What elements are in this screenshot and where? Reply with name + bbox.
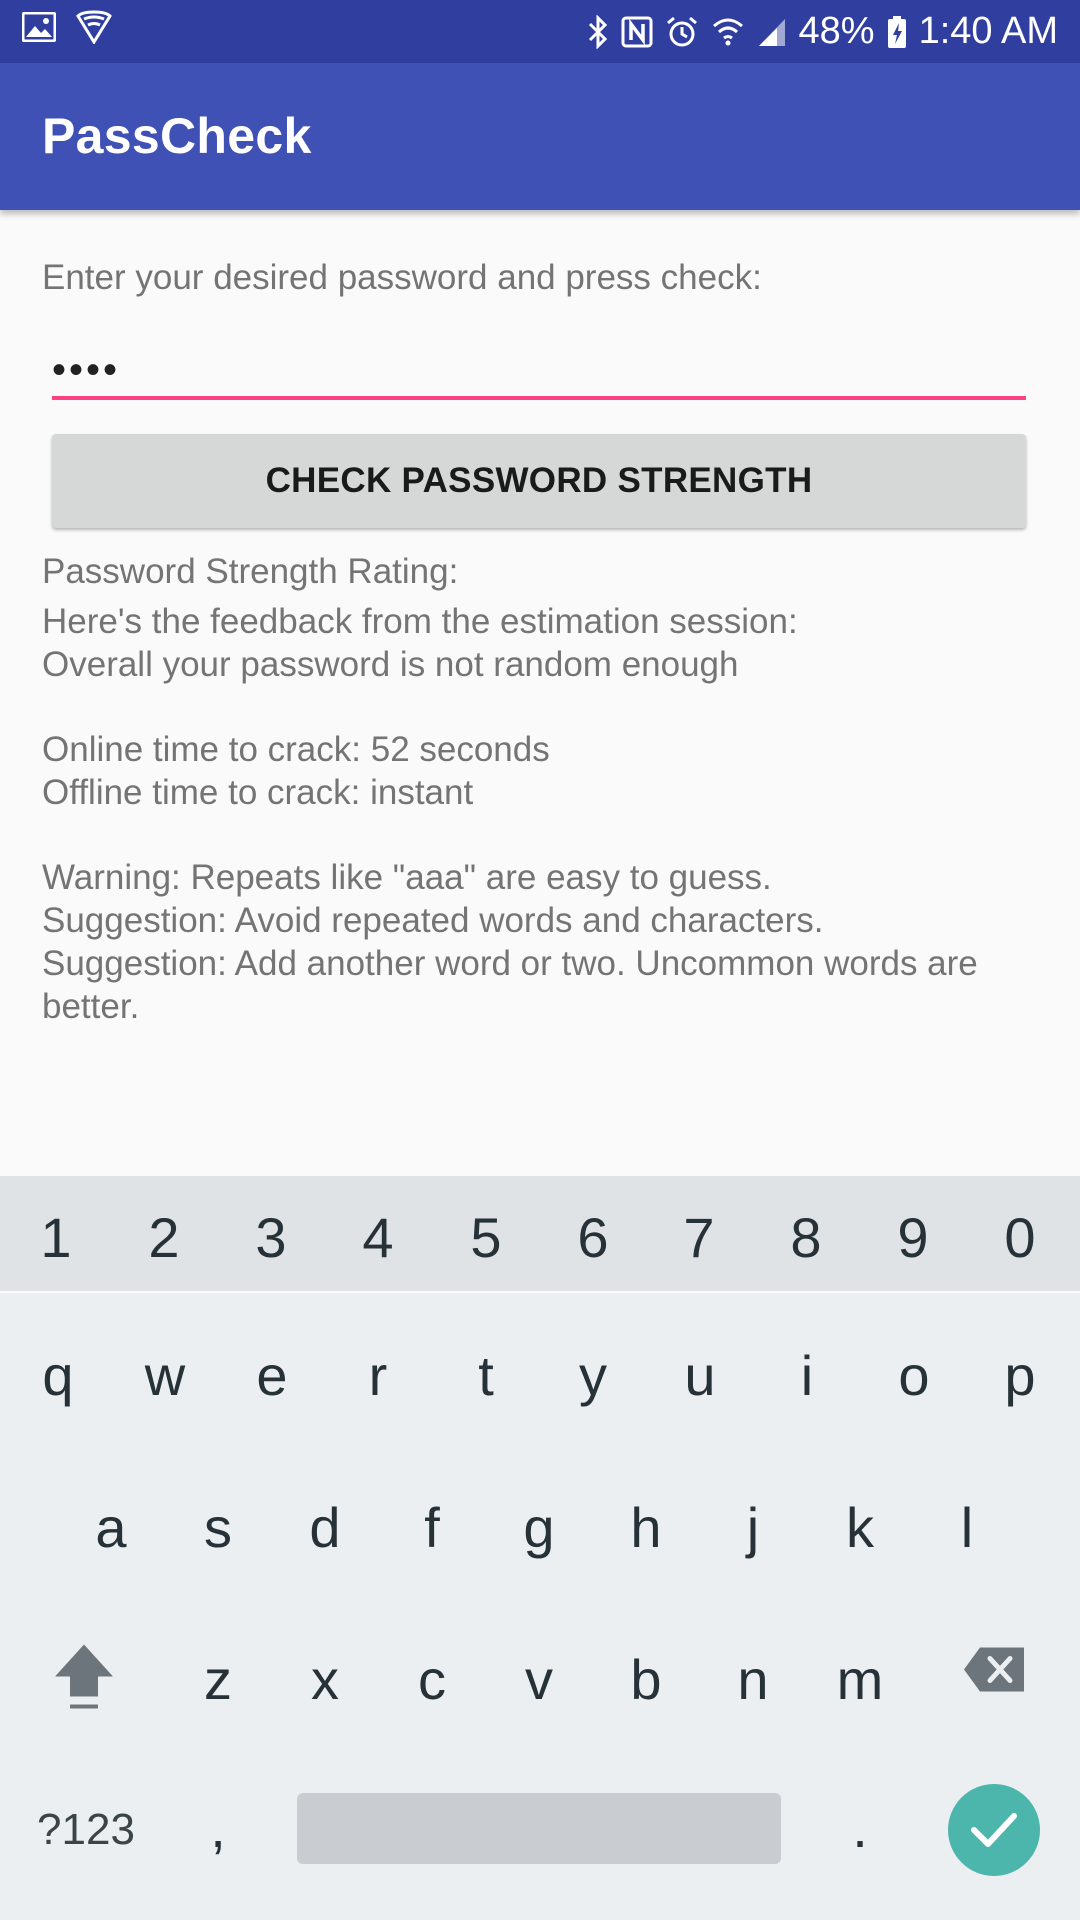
key-g[interactable]: g	[523, 1500, 554, 1556]
suggestion-line: Suggestion: Avoid repeated words and cha…	[42, 901, 824, 940]
key-c[interactable]: c	[418, 1652, 446, 1708]
key-5[interactable]: 5	[470, 1210, 501, 1266]
key-l[interactable]: l	[961, 1500, 973, 1556]
advice-block: Warning: Repeats like "aaa" are easy to …	[42, 856, 1062, 1028]
key-t[interactable]: t	[478, 1348, 494, 1404]
status-bar: 48% 1:40 AM	[0, 0, 1080, 63]
key-0[interactable]: 0	[1004, 1210, 1035, 1266]
key-b[interactable]: b	[630, 1652, 661, 1708]
online-crack-time: Online time to crack: 52 seconds	[42, 730, 550, 769]
password-input[interactable]	[52, 340, 1026, 400]
key-f[interactable]: f	[424, 1500, 440, 1556]
comma-key[interactable]: ,	[210, 1800, 226, 1856]
key-y[interactable]: y	[579, 1348, 607, 1404]
clock: 1:40 AM	[918, 10, 1058, 52]
key-d[interactable]: d	[309, 1500, 340, 1556]
key-n[interactable]: n	[737, 1652, 768, 1708]
main-content: Enter your desired password and press ch…	[0, 210, 1080, 1176]
key-v[interactable]: v	[525, 1652, 553, 1708]
symbols-key[interactable]: ?123	[37, 1808, 135, 1852]
gallery-icon	[22, 12, 56, 42]
backspace-icon	[964, 1647, 1024, 1692]
key-p[interactable]: p	[1004, 1348, 1035, 1404]
key-2[interactable]: 2	[148, 1210, 179, 1266]
key-i[interactable]: i	[801, 1348, 813, 1404]
key-h[interactable]: h	[630, 1500, 661, 1556]
feedback-line: Overall your password is not random enou…	[42, 645, 739, 684]
shift-key[interactable]	[51, 1641, 117, 1720]
feedback-line: Here's the feedback from the estimation …	[42, 602, 798, 641]
key-8[interactable]: 8	[790, 1210, 821, 1266]
enter-key[interactable]	[948, 1784, 1040, 1876]
signal-icon	[757, 16, 787, 48]
shift-arrow-icon	[55, 1644, 113, 1709]
feedback-block: Here's the feedback from the estimation …	[42, 600, 1052, 686]
key-q[interactable]: q	[42, 1348, 73, 1404]
shield-icon	[76, 10, 112, 44]
crack-time-block: Online time to crack: 52 seconds Offline…	[42, 728, 1052, 814]
warning-line: Warning: Repeats like "aaa" are easy to …	[42, 858, 772, 897]
app-title: PassCheck	[42, 108, 312, 164]
key-4[interactable]: 4	[362, 1210, 393, 1266]
check-password-strength-button[interactable]: CHECK PASSWORD STRENGTH	[52, 434, 1026, 528]
key-o[interactable]: o	[898, 1348, 929, 1404]
wifi-icon	[711, 16, 745, 48]
offline-crack-time: Offline time to crack: instant	[42, 773, 474, 812]
key-r[interactable]: r	[369, 1348, 388, 1404]
key-s[interactable]: s	[204, 1500, 232, 1556]
key-z[interactable]: z	[204, 1652, 232, 1708]
bluetooth-icon	[587, 14, 609, 49]
key-7[interactable]: 7	[683, 1210, 714, 1266]
key-9[interactable]: 9	[897, 1210, 928, 1266]
period-key[interactable]: .	[852, 1800, 868, 1856]
battery-charging-icon	[887, 15, 907, 49]
key-x[interactable]: x	[311, 1652, 339, 1708]
key-u[interactable]: u	[684, 1348, 715, 1404]
rating-label: Password Strength Rating:	[42, 552, 459, 591]
key-e[interactable]: e	[256, 1348, 287, 1404]
keyboard-number-row: 1 2 3 4 5 6 7 8 9 0	[0, 1176, 1080, 1293]
key-m[interactable]: m	[837, 1652, 884, 1708]
app-bar: PassCheck	[0, 63, 1080, 210]
battery-percent: 48%	[798, 10, 875, 52]
nfc-icon	[621, 16, 653, 48]
key-j[interactable]: j	[747, 1500, 759, 1556]
key-3[interactable]: 3	[255, 1210, 286, 1266]
spacebar-key[interactable]	[297, 1793, 781, 1864]
key-w[interactable]: w	[145, 1348, 185, 1404]
soft-keyboard: 1 2 3 4 5 6 7 8 9 0 q w e r t y u i o p …	[0, 1176, 1080, 1920]
key-a[interactable]: a	[95, 1500, 126, 1556]
password-prompt: Enter your desired password and press ch…	[42, 258, 762, 297]
key-6[interactable]: 6	[577, 1210, 608, 1266]
backspace-key[interactable]	[962, 1646, 1026, 1703]
checkmark-icon	[971, 1813, 1017, 1847]
key-1[interactable]: 1	[40, 1210, 71, 1266]
suggestion-line: Suggestion: Add another word or two. Unc…	[42, 944, 978, 1026]
key-k[interactable]: k	[846, 1500, 874, 1556]
alarm-icon	[665, 15, 699, 49]
input-underline	[52, 396, 1026, 400]
